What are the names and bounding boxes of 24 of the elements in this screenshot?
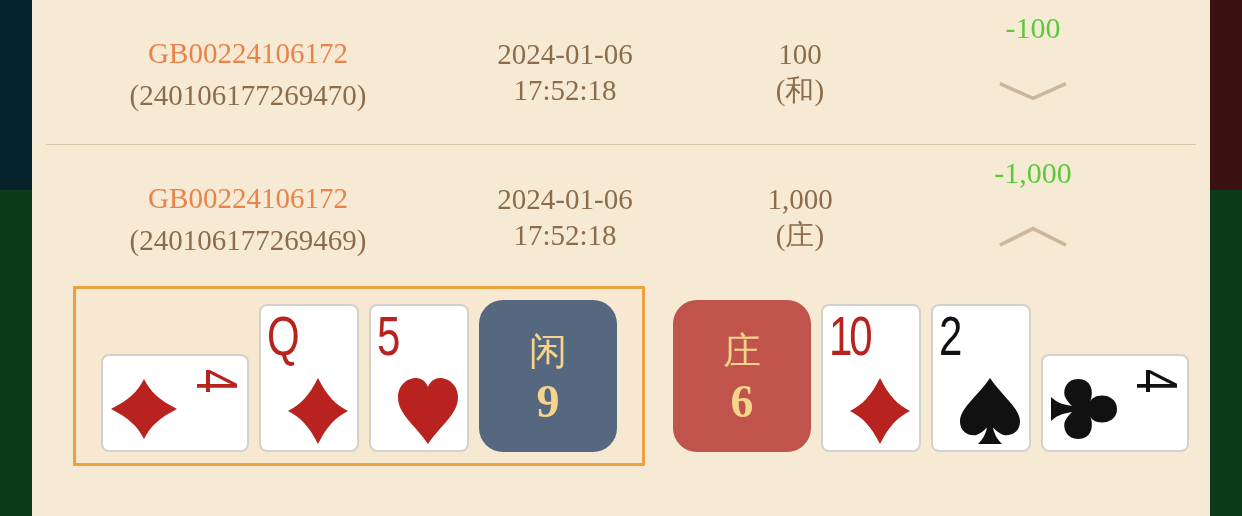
card-rank: Q [267, 308, 297, 364]
order-number: GB00224106172 [148, 35, 348, 71]
bet-date: 2024-01-06 [497, 182, 633, 217]
card-rank: 2 [939, 308, 960, 364]
hand-label: 闲 [529, 328, 567, 375]
hand-label: 庄 [723, 328, 761, 375]
bet-amount: 100 [778, 37, 822, 72]
hand-total: 9 [536, 377, 560, 427]
bet-time: 17:52:18 [513, 218, 617, 253]
bet-choice: (庄) [775, 218, 825, 253]
hand-total: 6 [730, 377, 754, 427]
card-rank: 10 [829, 308, 870, 364]
card-rank: 4 [1127, 368, 1186, 394]
card-rank: 5 [377, 308, 398, 364]
bet-choice: (和) [775, 73, 825, 108]
card-rank: 4 [187, 368, 246, 394]
round-id: (240106177269469) [129, 222, 367, 258]
bet-time: 17:52:18 [513, 73, 617, 108]
order-number: GB00224106172 [148, 180, 348, 216]
bet-amount: 1,000 [767, 182, 833, 217]
round-id: (240106177269470) [129, 77, 367, 113]
bet-date: 2024-01-06 [497, 37, 633, 72]
win-loss-amount: -100 [1005, 10, 1061, 46]
win-loss-amount: -1,000 [994, 155, 1072, 191]
